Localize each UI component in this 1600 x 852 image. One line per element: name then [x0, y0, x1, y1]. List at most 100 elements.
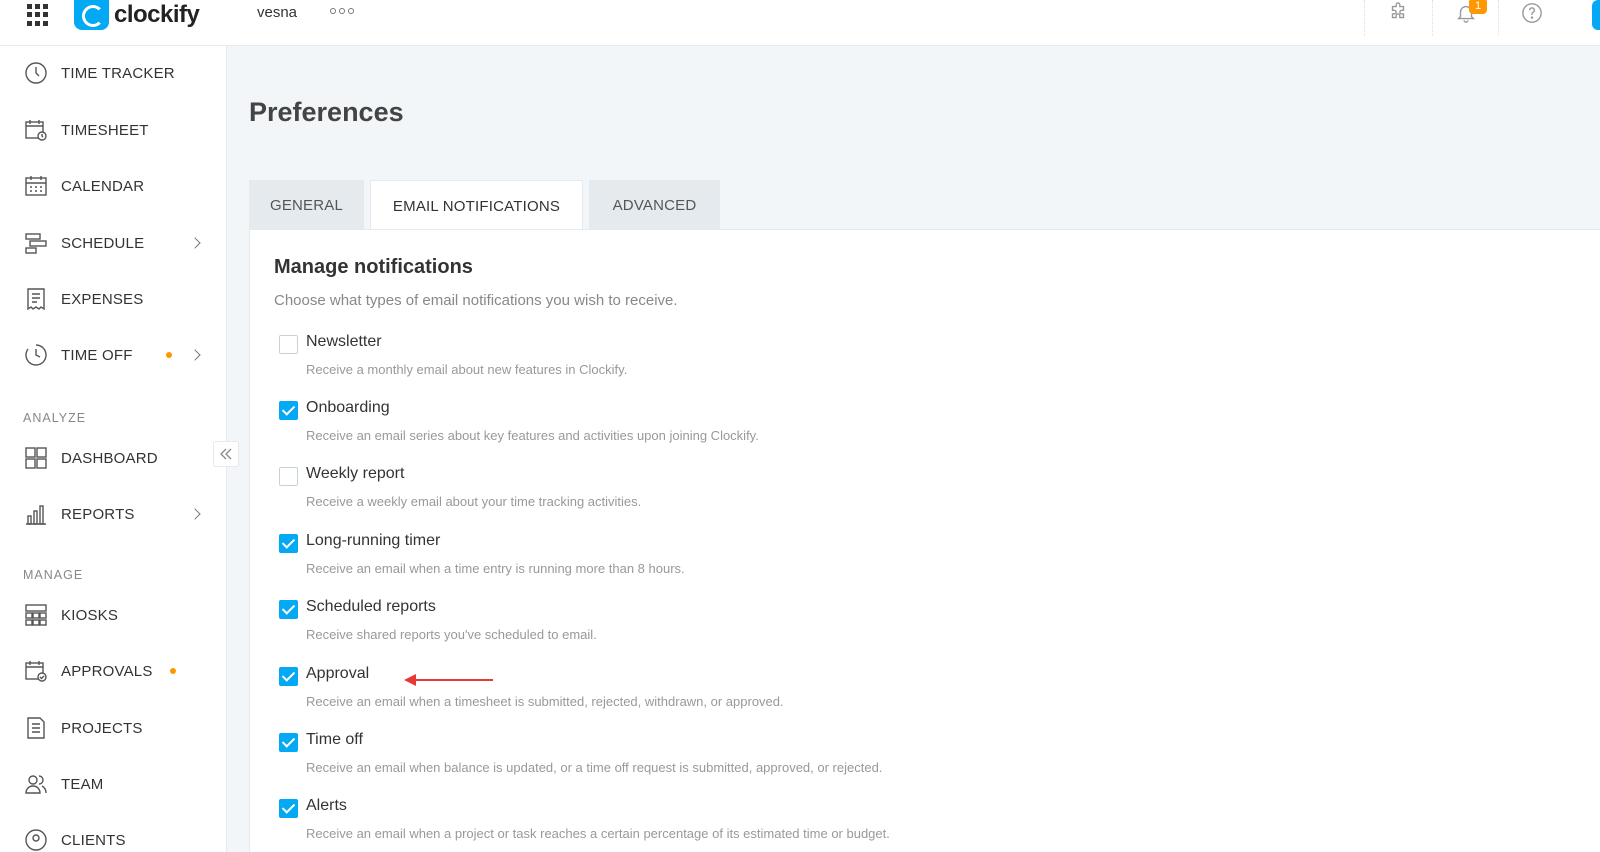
sidebar-item-label: CALENDAR — [61, 177, 145, 195]
calendar-icon — [24, 174, 48, 198]
double-chevron-left-icon — [220, 448, 232, 460]
profile-button[interactable] — [1592, 0, 1600, 30]
notification-weekly-report: Weekly report Receive a weekly email abo… — [279, 465, 1079, 525]
sidebar-item-time-tracker[interactable]: TIME TRACKER — [0, 50, 227, 96]
more-options-icon[interactable] — [330, 8, 354, 14]
top-bar: clockify vesna 1 — [0, 0, 1600, 46]
sidebar-item-label: TIMESHEET — [61, 121, 149, 139]
sidebar-item-label: REPORTS — [61, 505, 135, 523]
notification-description: Receive an email when a project or task … — [306, 826, 890, 841]
approval-checkbox[interactable] — [279, 667, 298, 686]
puzzle-icon — [1391, 2, 1404, 19]
bar-chart-icon — [24, 502, 48, 526]
notification-title: Time off — [306, 731, 363, 748]
sidebar-item-dashboard[interactable]: DASHBOARD — [0, 435, 227, 481]
sidebar-item-label: PROJECTS — [61, 719, 143, 737]
workspace-name[interactable]: vesna — [257, 4, 297, 21]
dashboard-icon — [24, 446, 48, 470]
sidebar-item-expenses[interactable]: EXPENSES — [0, 276, 227, 322]
tab-email-notifications[interactable]: EMAIL NOTIFICATIONS — [370, 180, 583, 231]
notification-title: Onboarding — [306, 399, 390, 416]
notification-title: Alerts — [306, 797, 347, 814]
page-title: Preferences — [249, 97, 404, 127]
notification-title: Newsletter — [306, 333, 382, 350]
chevron-right-icon[interactable] — [189, 237, 201, 249]
notification-scheduled-reports: Scheduled reports Receive shared reports… — [279, 598, 1079, 658]
alerts-checkbox[interactable] — [279, 799, 298, 818]
notification-approval: Approval Receive an email when a timeshe… — [279, 665, 1079, 725]
schedule-icon — [24, 231, 48, 255]
notification-newsletter: Newsletter Receive a monthly email about… — [279, 333, 1079, 393]
notification-description: Receive shared reports you've scheduled … — [306, 627, 597, 642]
status-dot — [170, 668, 176, 674]
clock-icon — [24, 61, 48, 85]
sidebar-item-team[interactable]: TEAM — [0, 761, 227, 807]
section-label-manage: MANAGE — [23, 568, 84, 582]
status-dot — [166, 352, 172, 358]
notification-title: Scheduled reports — [306, 598, 436, 615]
notification-description: Receive a monthly email about new featur… — [306, 362, 628, 377]
weekly-report-checkbox[interactable] — [279, 467, 298, 486]
sidebar-item-projects[interactable]: PROJECTS — [0, 705, 227, 751]
time-off-checkbox[interactable] — [279, 733, 298, 752]
notifications-button[interactable]: 1 — [1432, 0, 1498, 36]
clockify-logo-icon — [74, 0, 109, 30]
notification-long-running-timer: Long-running timer Receive an email when… — [279, 532, 1079, 592]
sidebar-item-label: DASHBOARD — [61, 449, 158, 467]
notification-onboarding: Onboarding Receive an email series about… — [279, 399, 1079, 459]
sidebar-item-schedule[interactable]: SCHEDULE — [0, 220, 227, 266]
newsletter-checkbox[interactable] — [279, 335, 298, 354]
integrations-button[interactable] — [1364, 0, 1430, 36]
notification-description: Receive an email when a time entry is ru… — [306, 561, 685, 576]
notification-description: Receive an email series about key featur… — [306, 428, 759, 443]
sidebar-item-kiosks[interactable]: KIOSKS — [0, 592, 227, 638]
notification-badge: 1 — [1469, 0, 1487, 14]
document-icon — [24, 716, 48, 740]
sidebar-item-time-off[interactable]: TIME OFF — [0, 332, 227, 378]
section-label-analyze: ANALYZE — [23, 411, 87, 425]
collapse-sidebar-button[interactable] — [213, 441, 239, 467]
notification-description: Receive a weekly email about your time t… — [306, 494, 642, 509]
time-off-icon — [24, 343, 48, 367]
onboarding-checkbox[interactable] — [279, 401, 298, 420]
long-running-timer-checkbox[interactable] — [279, 534, 298, 553]
approvals-icon — [24, 659, 48, 683]
sidebar-item-approvals[interactable]: APPROVALS — [0, 648, 227, 694]
sidebar: TIME TRACKER TIMESHEET CALENDAR SCHEDULE… — [0, 46, 227, 852]
receipt-icon — [24, 287, 48, 311]
timesheet-icon — [24, 118, 48, 142]
scheduled-reports-checkbox[interactable] — [279, 600, 298, 619]
section-subtitle: Choose what types of email notifications… — [274, 292, 678, 309]
tab-advanced[interactable]: ADVANCED — [589, 180, 720, 230]
notification-title: Approval — [306, 665, 370, 682]
notification-description: Receive an email when balance is updated… — [306, 760, 883, 775]
kiosk-icon — [24, 603, 48, 627]
logo-text: clockify — [114, 1, 200, 28]
sidebar-item-calendar[interactable]: CALENDAR — [0, 163, 227, 209]
sidebar-item-label: CLIENTS — [61, 831, 126, 849]
sidebar-item-reports[interactable]: REPORTS — [0, 491, 227, 537]
annotation-arrow-icon — [404, 674, 493, 686]
help-button[interactable] — [1498, 0, 1564, 36]
sidebar-item-clients[interactable]: CLIENTS — [0, 817, 227, 852]
tab-bar: GENERAL EMAIL NOTIFICATIONS ADVANCED — [249, 180, 726, 231]
sidebar-item-label: TIME OFF — [61, 346, 133, 364]
section-title: Manage notifications — [274, 256, 473, 278]
team-icon — [24, 772, 48, 796]
sidebar-item-label: TIME TRACKER — [61, 64, 175, 82]
sidebar-item-label: APPROVALS — [61, 662, 153, 680]
notification-description: Receive an email when a timesheet is sub… — [306, 694, 784, 709]
apps-grid-icon[interactable] — [27, 4, 49, 26]
notifications-panel: Manage notifications Choose what types o… — [249, 229, 1600, 852]
clients-icon — [24, 828, 48, 852]
sidebar-item-label: TEAM — [61, 775, 104, 793]
notification-time-off: Time off Receive an email when balance i… — [279, 731, 1079, 791]
sidebar-item-label: SCHEDULE — [61, 234, 145, 252]
notification-alerts: Alerts Receive an email when a project o… — [279, 797, 1079, 852]
clockify-logo[interactable]: clockify — [74, 0, 200, 30]
chevron-right-icon[interactable] — [189, 349, 201, 361]
sidebar-item-label: EXPENSES — [61, 290, 144, 308]
sidebar-item-timesheet[interactable]: TIMESHEET — [0, 107, 227, 153]
chevron-right-icon[interactable] — [189, 508, 201, 520]
tab-general[interactable]: GENERAL — [249, 180, 364, 230]
